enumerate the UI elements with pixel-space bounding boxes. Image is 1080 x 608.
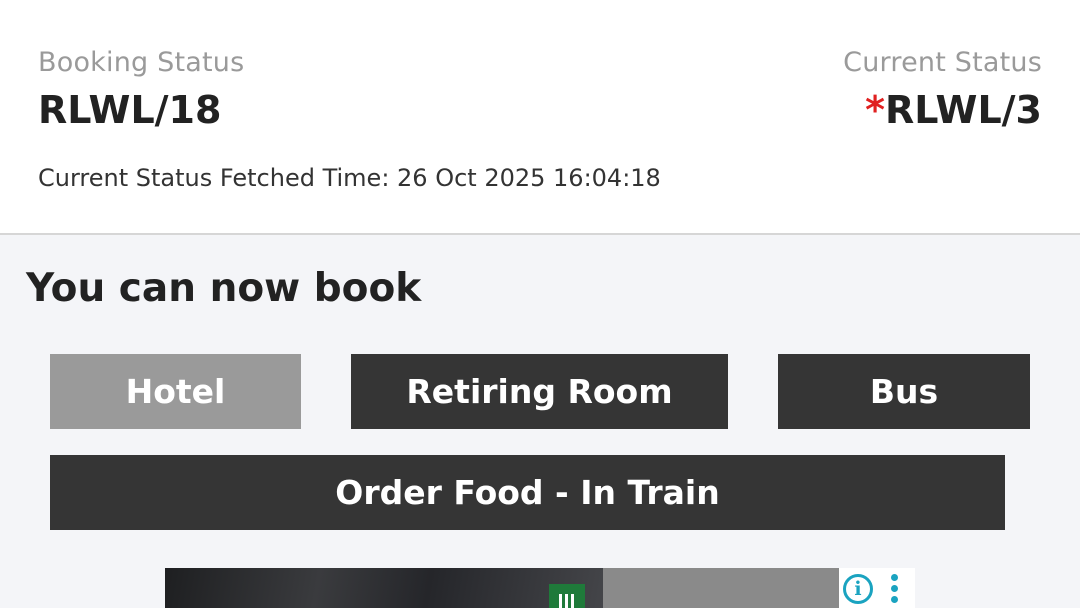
ad-banner[interactable]: i	[165, 568, 915, 608]
hotel-button[interactable]: Hotel	[50, 354, 301, 429]
current-status-marker: *	[865, 88, 886, 132]
ad-image[interactable]	[165, 568, 603, 608]
book-section-title: You can now book	[26, 266, 422, 311]
current-status-label: Current Status	[843, 47, 1042, 78]
booking-status-label: Booking Status	[38, 47, 245, 78]
retiring-room-button[interactable]: Retiring Room	[351, 354, 728, 429]
more-vertical-icon[interactable]	[891, 574, 899, 604]
current-status-value-wrap: *RLWL/3	[865, 88, 1042, 132]
booking-status-value: RLWL/18	[38, 88, 222, 132]
ad-logo-icon	[549, 584, 585, 608]
bus-button[interactable]: Bus	[778, 354, 1030, 429]
pnr-status-card: Booking Status RLWL/18 Current Status *R…	[0, 0, 1080, 235]
ad-controls: i	[839, 568, 915, 608]
order-food-button[interactable]: Order Food - In Train	[50, 455, 1005, 530]
current-status-value: RLWL/3	[885, 88, 1042, 132]
fetched-time: Current Status Fetched Time: 26 Oct 2025…	[38, 164, 661, 192]
info-icon[interactable]: i	[843, 574, 873, 604]
